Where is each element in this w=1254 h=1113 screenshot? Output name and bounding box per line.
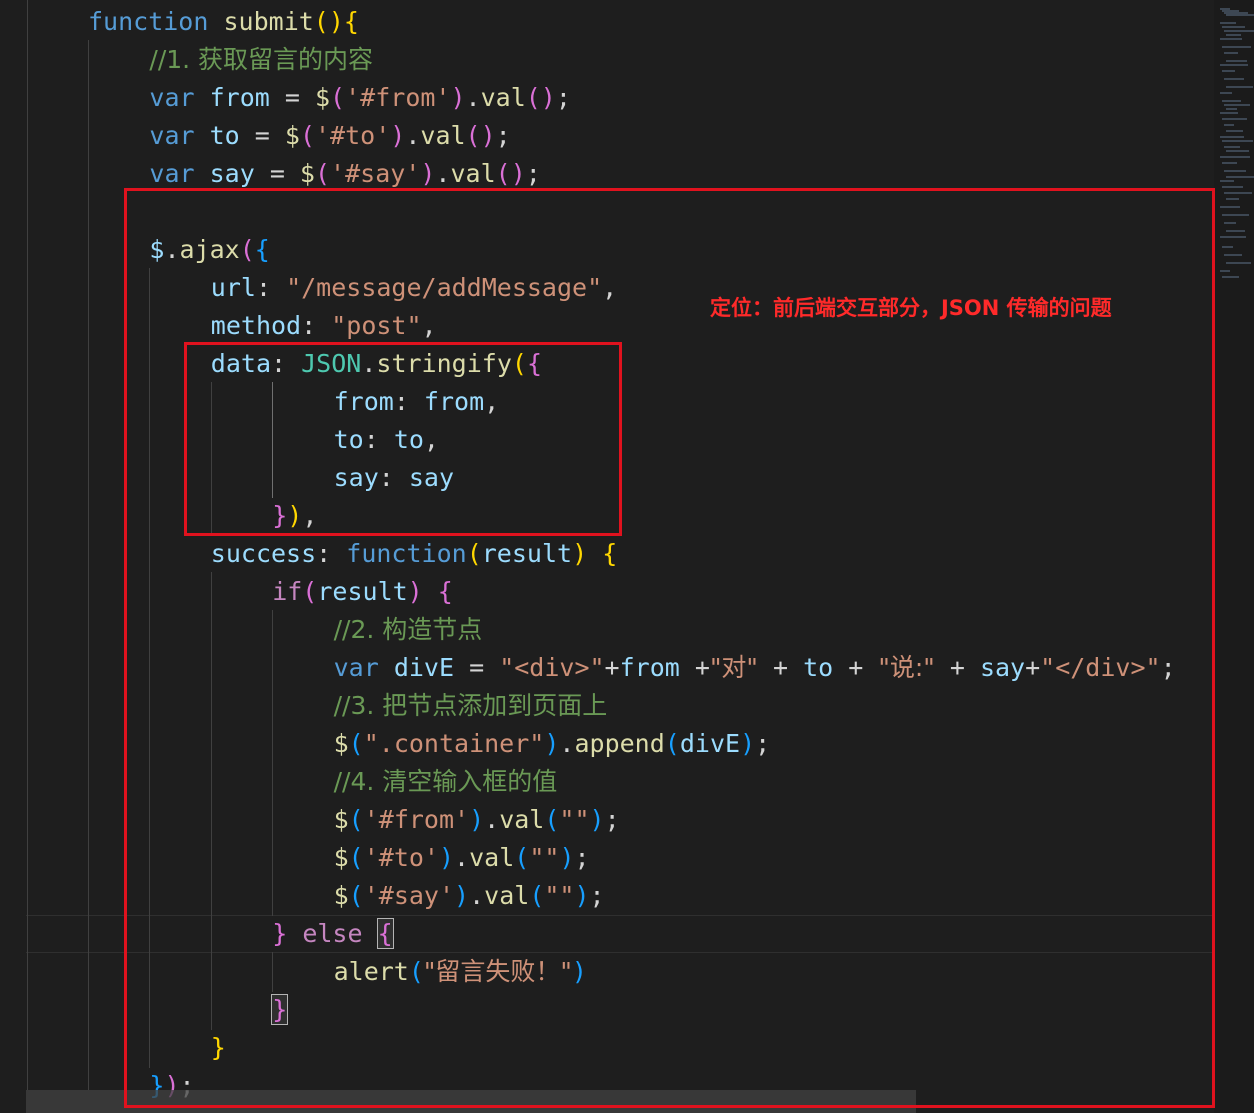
minimap-line bbox=[1220, 180, 1234, 182]
code-token: //1. 获取留言的内容 bbox=[149, 45, 374, 74]
code-token: ) bbox=[390, 121, 406, 150]
minimap-line bbox=[1226, 108, 1237, 110]
minimap-line bbox=[1226, 130, 1243, 132]
annotation-box-ajax bbox=[124, 188, 1215, 1108]
minimap-line bbox=[1220, 206, 1240, 208]
code-token: ( bbox=[330, 83, 346, 112]
code-token: var bbox=[149, 121, 195, 150]
minimap-line bbox=[1226, 176, 1254, 178]
minimap-line bbox=[1224, 78, 1244, 80]
minimap-line bbox=[1222, 26, 1245, 28]
minimap-line bbox=[1222, 100, 1241, 102]
minimap-line bbox=[1220, 64, 1248, 66]
code-token: to bbox=[209, 121, 240, 150]
code-token: val bbox=[450, 159, 496, 188]
indent-guide bbox=[27, 0, 28, 1090]
minimap-line bbox=[1222, 118, 1247, 120]
code-line[interactable]: function submit(){ bbox=[88, 3, 359, 41]
minimap-line bbox=[1226, 262, 1251, 264]
code-token: ; bbox=[555, 83, 571, 112]
minimap-line bbox=[1220, 38, 1242, 40]
indent-guide bbox=[88, 40, 89, 1090]
code-token: '#from' bbox=[345, 83, 451, 112]
code-token: '#say' bbox=[330, 159, 421, 188]
minimap-line bbox=[1224, 52, 1238, 54]
code-token: = bbox=[269, 83, 315, 112]
minimap-line bbox=[1220, 92, 1232, 94]
minimap-line bbox=[1226, 150, 1249, 152]
code-token: submit bbox=[223, 7, 314, 36]
minimap-line bbox=[1222, 186, 1243, 188]
code-token: . bbox=[435, 159, 451, 188]
code-token: ) bbox=[450, 83, 466, 112]
code-token: () bbox=[495, 159, 526, 188]
minimap-line bbox=[1222, 214, 1249, 216]
code-token: ; bbox=[495, 121, 511, 150]
code-token: say bbox=[209, 159, 255, 188]
minimap-line bbox=[1226, 34, 1241, 36]
minimap-line bbox=[1222, 46, 1251, 48]
code-token: val bbox=[480, 83, 526, 112]
code-token: () bbox=[525, 83, 556, 112]
minimap-line bbox=[1224, 192, 1252, 194]
minimap-line bbox=[1220, 156, 1250, 158]
code-token: = bbox=[239, 121, 285, 150]
code-editor[interactable]: function submit(){//1. 获取留言的内容 var from =… bbox=[0, 0, 1254, 1113]
minimap-line bbox=[1224, 104, 1250, 106]
minimap-line bbox=[1224, 124, 1234, 126]
code-token: ( bbox=[314, 159, 331, 188]
code-token: { bbox=[343, 7, 359, 36]
minimap-line bbox=[1224, 254, 1242, 256]
minimap-line bbox=[1226, 230, 1245, 232]
code-token: = bbox=[254, 159, 300, 188]
annotation-text: 定位：前后端交互部分，JSON 传输的问题 bbox=[710, 296, 1112, 320]
minimap-line bbox=[1220, 112, 1238, 114]
code-token: ; bbox=[525, 159, 541, 188]
minimap-line bbox=[1222, 276, 1239, 278]
code-token: from bbox=[209, 83, 270, 112]
code-token: ) bbox=[420, 159, 436, 188]
minimap-line bbox=[1224, 170, 1246, 172]
minimap-line bbox=[1224, 222, 1236, 224]
code-token: () bbox=[313, 7, 344, 36]
minimap-line bbox=[1220, 270, 1230, 272]
minimap-line bbox=[1224, 30, 1254, 32]
minimap-line bbox=[1220, 236, 1246, 238]
minimap-line bbox=[1222, 70, 1235, 72]
code-token: () bbox=[465, 121, 496, 150]
minimap-line bbox=[1224, 146, 1240, 148]
code-line[interactable]: var from = $('#from').val(); bbox=[149, 79, 571, 117]
code-line[interactable]: var to = $('#to').val(); bbox=[149, 117, 510, 155]
annotation-box-data bbox=[184, 342, 622, 536]
code-token: ( bbox=[299, 121, 315, 150]
minimap-line bbox=[1220, 136, 1244, 138]
minimap-line bbox=[1222, 162, 1237, 164]
code-token: '#to' bbox=[315, 121, 391, 150]
code-token: $ bbox=[284, 121, 300, 150]
minimap-line bbox=[1226, 14, 1254, 16]
minimap-line bbox=[1226, 198, 1239, 200]
code-token: $ bbox=[299, 159, 315, 188]
code-token: . bbox=[405, 121, 421, 150]
code-token: val bbox=[420, 121, 466, 150]
code-token: function bbox=[88, 7, 209, 36]
code-line[interactable]: //1. 获取留言的内容 bbox=[149, 41, 373, 79]
minimap-line bbox=[1226, 60, 1247, 62]
code-token: var bbox=[149, 83, 195, 112]
minimap-line bbox=[1222, 140, 1253, 142]
code-token: var bbox=[149, 159, 195, 188]
minimap-line bbox=[1220, 22, 1236, 24]
minimap-line bbox=[1226, 86, 1253, 88]
minimap[interactable] bbox=[1214, 0, 1254, 1113]
code-token: $ bbox=[314, 83, 331, 112]
code-token: . bbox=[465, 83, 481, 112]
minimap-line bbox=[1222, 246, 1233, 248]
